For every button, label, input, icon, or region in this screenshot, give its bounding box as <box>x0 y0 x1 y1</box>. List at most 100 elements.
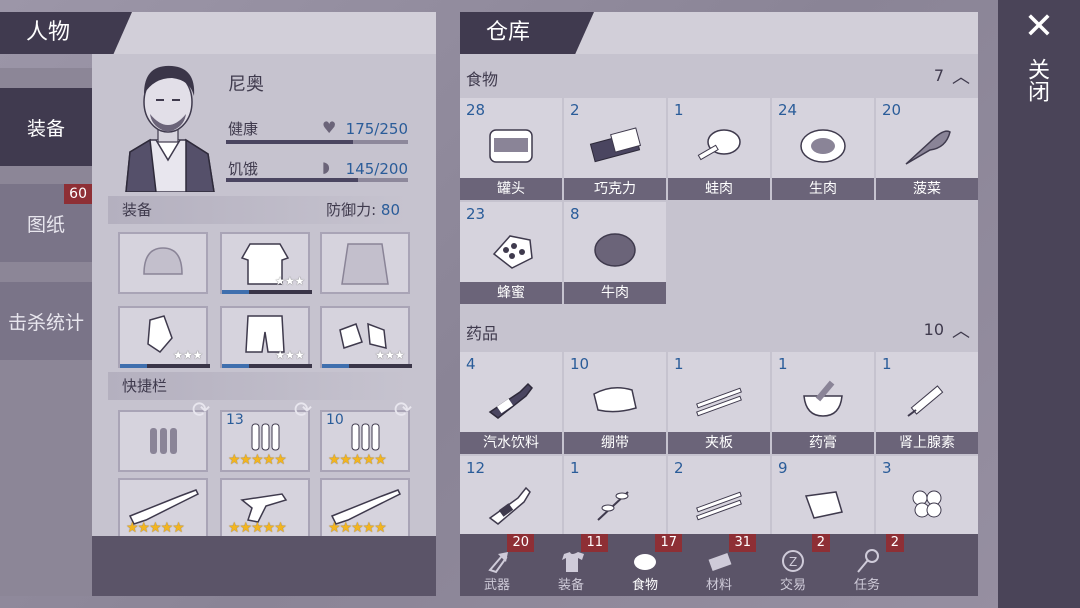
bottom-tab[interactable]: 装备 11 <box>534 534 608 596</box>
swap-icon[interactable]: ⟳ <box>390 398 416 424</box>
svg-text:Z: Z <box>789 555 797 569</box>
bottom-tab[interactable]: Z 交易 2 <box>756 534 830 596</box>
shirt-icon <box>562 552 584 572</box>
inventory-item[interactable]: 2 巧克力 <box>564 98 666 200</box>
key-icon <box>857 549 879 573</box>
inventory-item[interactable]: 4 汽水饮料 <box>460 352 562 454</box>
inventory-item[interactable]: 1 夹板 <box>668 352 770 454</box>
item-label: 汽水饮料 <box>460 432 562 454</box>
item-qty: 1 <box>674 355 684 373</box>
swap-icon[interactable]: ⟳ <box>290 398 316 424</box>
pants-durability <box>222 364 312 368</box>
close-icon[interactable]: ✕ <box>1022 9 1056 45</box>
health-bar-fill <box>226 140 354 144</box>
vest-durability <box>222 290 312 294</box>
bottom-tab[interactable]: 材料 31 <box>682 534 756 596</box>
character-name: 尼奥 <box>228 74 264 95</box>
equipment-section: 装备 防御力: 80 <box>108 196 408 224</box>
bottom-tab[interactable]: 任务 2 <box>830 534 904 596</box>
chevron-up-icon[interactable]: ︿ <box>952 63 970 89</box>
shoes-durability <box>322 364 412 368</box>
chevron-up-icon[interactable]: ︿ <box>952 317 970 343</box>
chocolate-icon <box>589 127 642 163</box>
warehouse-panel: 仓库 食物 7 ︿ 28 罐头 2 巧克力 1 蛙肉 24 生肉 20 菠菜 23 蜂蜜 8 牛肉 药品 … <box>460 12 978 596</box>
equip-slot-jacket[interactable] <box>320 232 410 294</box>
gloves-durability-fill <box>120 364 147 368</box>
item-label: 菠菜 <box>876 178 978 200</box>
inventory-item[interactable]: 1 蛙肉 <box>668 98 770 200</box>
item-qty: 28 <box>466 101 486 119</box>
bottom-tab[interactable]: 武器 20 <box>460 534 534 596</box>
item-qty: 1 <box>778 355 788 373</box>
category-food-label: 食物 <box>466 70 499 89</box>
bottom-tab-label: 装备 <box>557 578 584 593</box>
character-tabs: 装备 图纸 60 击杀统计 <box>0 68 92 596</box>
health-heart-icon: ♥ <box>322 118 337 137</box>
bandage-icon <box>593 387 637 413</box>
shoes-stars: ★★★ <box>374 348 405 362</box>
inventory-item[interactable]: 1 药膏 <box>772 352 874 454</box>
equip-slot-shoes[interactable]: ★★★ <box>320 306 412 368</box>
defense-label: 防御力: <box>326 201 377 219</box>
inventory-item[interactable]: 10 绷带 <box>564 352 666 454</box>
quick-slot-5[interactable]: ★★★★★ <box>220 478 312 540</box>
hunger-value: 145/200 <box>345 160 408 178</box>
bottom-tab[interactable]: 食物 17 <box>608 534 682 596</box>
item-qty: 4 <box>466 355 476 373</box>
bottom-tab-label: 任务 <box>853 578 880 593</box>
bottom-tab-label: 食物 <box>631 578 658 593</box>
tab-equipment[interactable]: 装备 <box>0 88 92 166</box>
bottom-tab-label: 交易 <box>779 578 806 593</box>
material-icon <box>708 552 732 572</box>
bottom-tab-badge: 2 <box>811 534 830 552</box>
quick-slot-2-stars: ★★★★★ <box>228 452 287 468</box>
frog-meat-icon <box>697 129 741 161</box>
character-title: 人物 <box>0 12 132 54</box>
defense-value: 80 <box>380 201 400 219</box>
bottom-tab-badge: 11 <box>581 534 608 552</box>
bottom-tab-label: 材料 <box>705 578 732 593</box>
equip-slot-pants[interactable]: ★★★ <box>220 306 312 368</box>
inventory-item[interactable]: 28 罐头 <box>460 98 562 200</box>
cast-icon <box>804 491 843 519</box>
swap-icon[interactable]: ⟳ <box>188 398 214 424</box>
inventory-item[interactable]: 24 生肉 <box>772 98 874 200</box>
equip-slot-vest[interactable]: ★★★ <box>220 232 312 294</box>
item-label: 罐头 <box>460 178 562 200</box>
quick-slot-4[interactable]: ★★★★★ <box>118 478 210 540</box>
quick-slot-6[interactable]: ★★★★★ <box>320 478 412 540</box>
health-bar <box>226 140 408 144</box>
vest-stars: ★★★ <box>274 274 305 288</box>
inventory-item[interactable]: 23 蜂蜜 <box>460 202 562 304</box>
close-label[interactable]: 关闭 <box>1024 58 1052 102</box>
splint-icon <box>696 387 742 417</box>
category-food[interactable]: 食物 7 ︿ <box>460 62 978 89</box>
tab-blueprints-label: 图纸 <box>26 213 65 236</box>
bottom-tab-badge: 17 <box>655 534 682 552</box>
health-label: 健康 <box>228 120 259 138</box>
beer-icon <box>488 486 531 525</box>
bottom-tab-badge: 2 <box>885 534 904 552</box>
inventory-item[interactable]: 8 牛肉 <box>564 202 666 304</box>
herb-icon <box>597 491 629 521</box>
equip-slot-helmet[interactable] <box>118 232 208 294</box>
raw-meat-icon <box>800 129 846 163</box>
item-label: 牛肉 <box>564 282 666 304</box>
inventory-item[interactable]: 20 菠菜 <box>876 98 978 200</box>
inventory-item[interactable]: 1 肾上腺素 <box>876 352 978 454</box>
item-qty: 10 <box>570 355 590 373</box>
tab-blueprints[interactable]: 图纸 60 <box>0 184 92 262</box>
item-label: 绷带 <box>564 432 666 454</box>
quick-slot-4-stars: ★★★★★ <box>126 520 185 536</box>
equip-slot-gloves[interactable]: ★★★ <box>118 306 210 368</box>
character-footer <box>92 536 436 596</box>
hunger-label: 饥饿 <box>228 160 259 178</box>
bottom-tab-badge: 20 <box>507 534 534 552</box>
tab-kill-stats[interactable]: 击杀统计 <box>0 282 92 360</box>
vest-durability-fill <box>222 290 249 294</box>
axe-icon <box>488 552 508 574</box>
item-label: 巧克力 <box>564 178 666 200</box>
defense-stat: 防御力: 80 <box>312 196 400 224</box>
item-qty: 1 <box>882 355 892 373</box>
category-medicine[interactable]: 药品 10 ︿ <box>460 316 978 343</box>
